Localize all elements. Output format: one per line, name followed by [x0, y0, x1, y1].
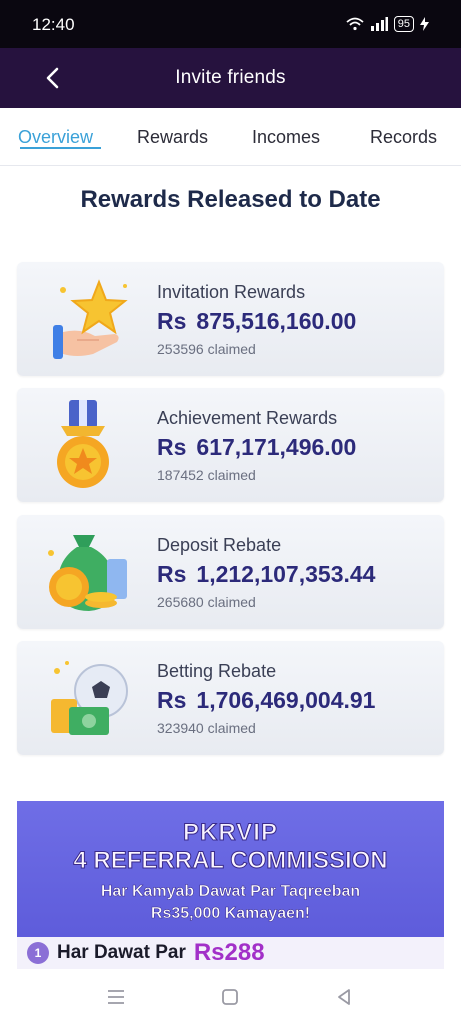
page-title: Invite friends — [175, 67, 286, 88]
currency-label: Rs — [157, 561, 187, 587]
back-triangle-icon[interactable] — [332, 985, 356, 1009]
claimed-count: 323940 claimed — [157, 720, 256, 736]
amount-value: 1,212,107,353.44 — [196, 561, 376, 587]
money-bag-icon — [48, 535, 127, 611]
football-cash-icon — [51, 661, 128, 735]
status-bar: 12:40 95 — [0, 0, 461, 48]
amount-value: 875,516,160.00 — [196, 308, 357, 334]
reward-card-invitation[interactable]: Invitation Rewards Rs 875,516,160.00 2535… — [17, 262, 444, 376]
section-title: Rewards Released to Date — [80, 186, 381, 213]
card-amount: Rs 617,171,496.00 — [157, 434, 356, 461]
card-title: Invitation Rewards — [157, 282, 306, 302]
card-amount: Rs 1,706,469,004.91 — [157, 687, 375, 714]
banner-footer-text: Har Dawat Par — [57, 942, 186, 963]
tab-active-indicator — [20, 147, 102, 149]
medal-icon — [57, 400, 109, 488]
tab-label: Rewards — [137, 127, 209, 147]
tab-bar: Overview Rewards Incomes Records — [0, 108, 461, 166]
reward-card-achievement[interactable]: Achievement Rewards Rs 617,171,496.00 187… — [17, 388, 444, 502]
banner-footer: 1 Har Dawat Par Rs288 — [17, 937, 444, 969]
banner-footer-amount: Rs288 — [193, 939, 265, 966]
status-time: 12:40 — [32, 15, 75, 34]
banner-brand: PKRVIP — [183, 819, 278, 847]
promo-banner[interactable]: PKRVIP 4 REFERRAL COMMISSION Har Kamyab … — [17, 801, 444, 969]
banner-headline: 4 REFERRAL COMMISSION — [73, 847, 388, 875]
currency-label: Rs — [157, 434, 187, 460]
tab-incomes[interactable]: Incomes — [252, 108, 320, 148]
tab-label: Overview — [18, 127, 94, 147]
claimed-count: 265680 claimed — [157, 594, 256, 610]
wifi-icon — [346, 17, 364, 31]
banner-subline: Har Kamyab Dawat Par Taqreeban — [100, 883, 361, 901]
currency-label: Rs — [157, 687, 187, 713]
tab-rewards[interactable]: Rewards — [137, 108, 208, 148]
system-nav-bar — [0, 969, 461, 1024]
tab-label: Records — [370, 127, 438, 147]
star-hand-icon — [53, 279, 128, 359]
app-header: Invite friends — [0, 48, 461, 108]
reward-card-deposit[interactable]: Deposit Rebate Rs 1,212,107,353.44 265680… — [17, 515, 444, 629]
number-badge: 1 — [27, 942, 49, 964]
tab-label: Incomes — [252, 127, 321, 147]
charging-icon — [420, 17, 429, 31]
claimed-count: 253596 claimed — [157, 341, 256, 357]
battery-indicator: 95 — [393, 16, 414, 32]
card-title: Betting Rebate — [157, 661, 277, 681]
card-amount: Rs 875,516,160.00 — [157, 308, 356, 335]
amount-value: 617,171,496.00 — [196, 434, 357, 460]
banner-subline-amount: Rs35,000 Kamayaen! — [150, 905, 311, 923]
menu-icon[interactable] — [104, 985, 128, 1009]
card-title: Deposit Rebate — [157, 535, 282, 555]
signal-icon — [370, 17, 388, 31]
status-icons: 95 — [346, 16, 429, 32]
tab-overview[interactable]: Overview — [18, 108, 102, 149]
amount-value: 1,706,469,004.91 — [196, 687, 376, 713]
reward-card-betting[interactable]: Betting Rebate Rs 1,706,469,004.91 323940… — [17, 641, 444, 755]
home-icon[interactable] — [218, 985, 242, 1009]
tab-records[interactable]: Records — [370, 108, 437, 148]
currency-label: Rs — [157, 308, 187, 334]
claimed-count: 187452 claimed — [157, 467, 256, 483]
card-title: Achievement Rewards — [157, 408, 338, 428]
card-amount: Rs 1,212,107,353.44 — [157, 561, 375, 588]
